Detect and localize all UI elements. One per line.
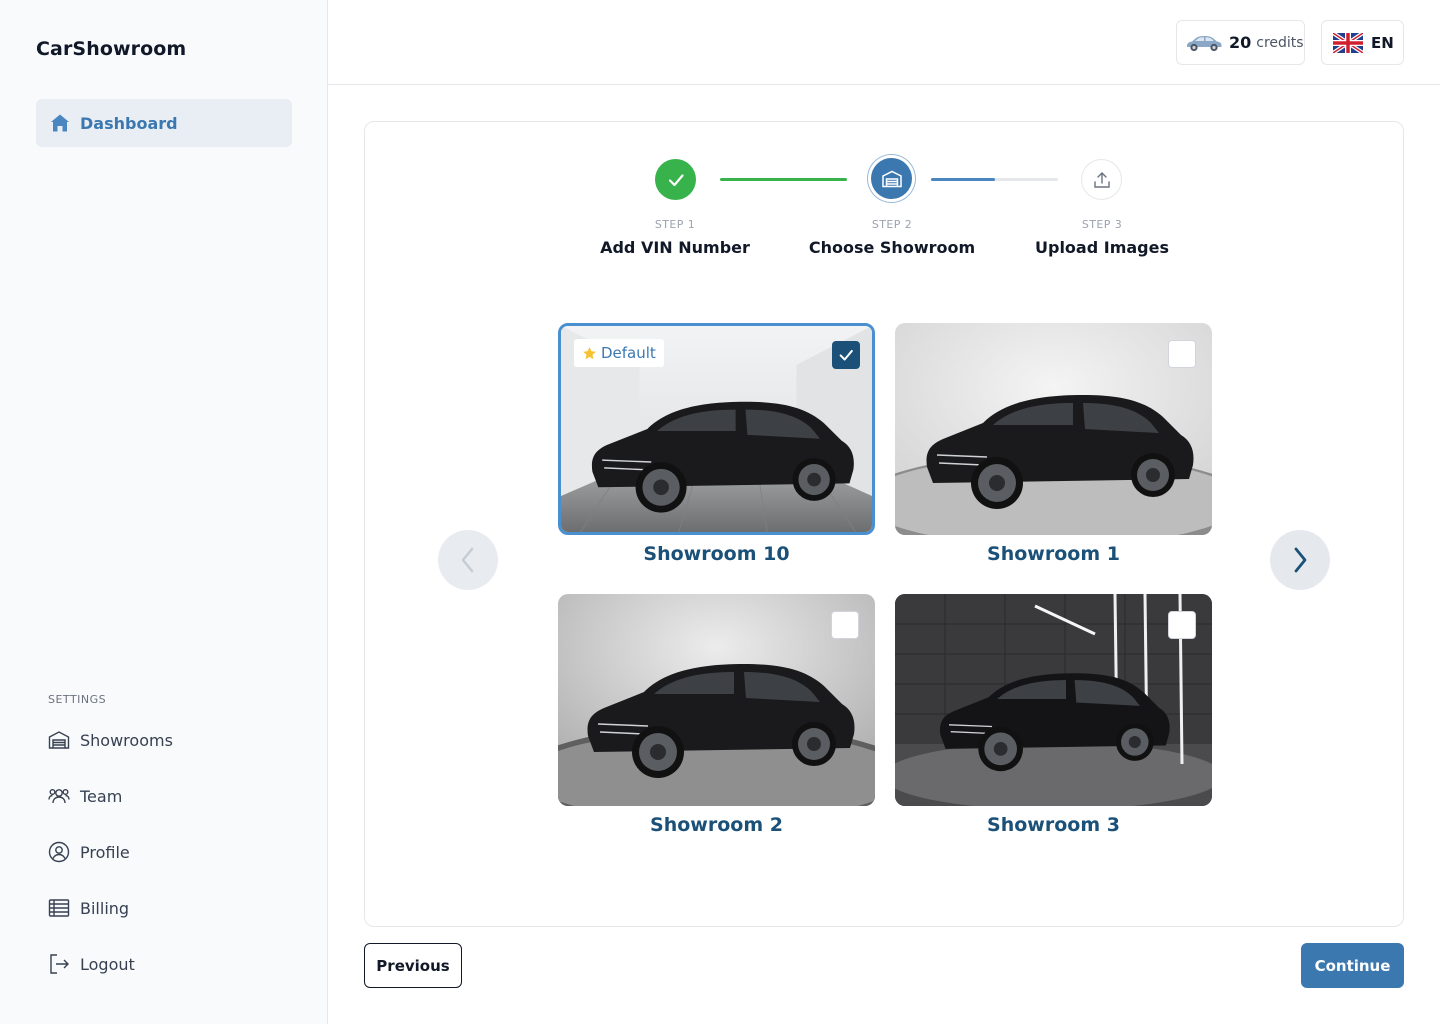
car-icon [1187, 35, 1222, 51]
carousel-next-button[interactable] [1270, 530, 1330, 590]
showroom-name[interactable]: Showroom 3 [895, 814, 1212, 836]
sidebar-item-billing[interactable]: Billing [48, 893, 288, 923]
showroom-tile[interactable] [895, 594, 1212, 806]
showroom-tile[interactable] [558, 594, 875, 806]
default-badge-label: Default [601, 344, 656, 362]
showroom-preview-image [558, 594, 875, 806]
credits-label: credits [1256, 34, 1304, 51]
user-circle-icon [48, 841, 70, 863]
step-2-number: STEP 2 [871, 218, 913, 231]
garage-icon [881, 170, 902, 187]
showroom-tile[interactable]: Default [558, 323, 875, 535]
chevron-left-icon [461, 547, 474, 573]
step-1-indicator [655, 159, 696, 200]
showroom-preview-image [895, 323, 1212, 535]
team-icon [48, 789, 70, 804]
sidebar-item-label: Showrooms [80, 730, 173, 750]
step-2-title: Choose Showroom [808, 238, 976, 257]
step-3-indicator [1081, 159, 1122, 200]
default-badge: Default [574, 339, 664, 367]
showroom-preview-image [895, 594, 1212, 806]
showroom-tile[interactable] [895, 323, 1212, 535]
sidebar-item-showrooms[interactable]: Showrooms [48, 725, 288, 755]
carousel-prev-button[interactable] [438, 530, 498, 590]
sidebar-item-label: Logout [80, 954, 135, 974]
previous-button[interactable]: Previous [364, 943, 462, 988]
step-connector-2-progress [931, 178, 995, 181]
uk-flag-icon [1333, 32, 1363, 53]
sidebar: CarShowroom Dashboard SETTINGS Showrooms… [0, 0, 328, 1024]
credits-count: 20 [1229, 33, 1252, 52]
settings-heading: SETTINGS [48, 693, 107, 706]
step-connector-1 [720, 178, 847, 181]
step-2-indicator [871, 158, 912, 199]
credits-indicator[interactable]: 20 credits [1176, 20, 1305, 65]
home-icon [51, 114, 69, 132]
garage-icon [48, 731, 70, 749]
step-3-number: STEP 3 [1081, 218, 1123, 231]
showroom-select-checkbox[interactable] [832, 341, 860, 369]
app-brand: CarShowroom [36, 38, 187, 60]
billing-icon [48, 899, 70, 917]
step-3-title: Upload Images [1035, 238, 1169, 257]
wizard-card: STEP 1 Add VIN Number STEP 2 Choose Show… [364, 121, 1404, 927]
step-1-number: STEP 1 [654, 218, 696, 231]
star-icon [583, 346, 596, 359]
sidebar-item-label: Profile [80, 842, 130, 862]
sidebar-item-profile[interactable]: Profile [48, 837, 288, 867]
showroom-select-checkbox[interactable] [831, 611, 859, 639]
sidebar-item-team[interactable]: Team [48, 781, 288, 811]
logout-icon [50, 954, 69, 974]
sidebar-item-label: Team [80, 786, 123, 806]
language-selector[interactable]: EN [1321, 20, 1404, 65]
showroom-name[interactable]: Showroom 2 [558, 814, 875, 836]
step-1-title: Add VIN Number [600, 238, 750, 257]
sidebar-item-logout[interactable]: Logout [48, 949, 288, 979]
showroom-name[interactable]: Showroom 1 [895, 543, 1212, 565]
sidebar-item-dashboard[interactable]: Dashboard [36, 99, 292, 147]
check-icon [839, 349, 853, 361]
showroom-name[interactable]: Showroom 10 [558, 543, 875, 565]
sidebar-item-label: Billing [80, 898, 130, 918]
sidebar-item-label: Dashboard [80, 113, 178, 133]
check-icon [668, 173, 684, 186]
continue-button[interactable]: Continue [1301, 943, 1404, 988]
language-code: EN [1371, 33, 1394, 52]
chevron-right-icon [1294, 547, 1307, 573]
showroom-select-checkbox[interactable] [1168, 340, 1196, 368]
top-header: 20 credits EN [328, 0, 1440, 85]
upload-icon [1093, 171, 1110, 188]
showroom-select-checkbox[interactable] [1168, 611, 1196, 639]
